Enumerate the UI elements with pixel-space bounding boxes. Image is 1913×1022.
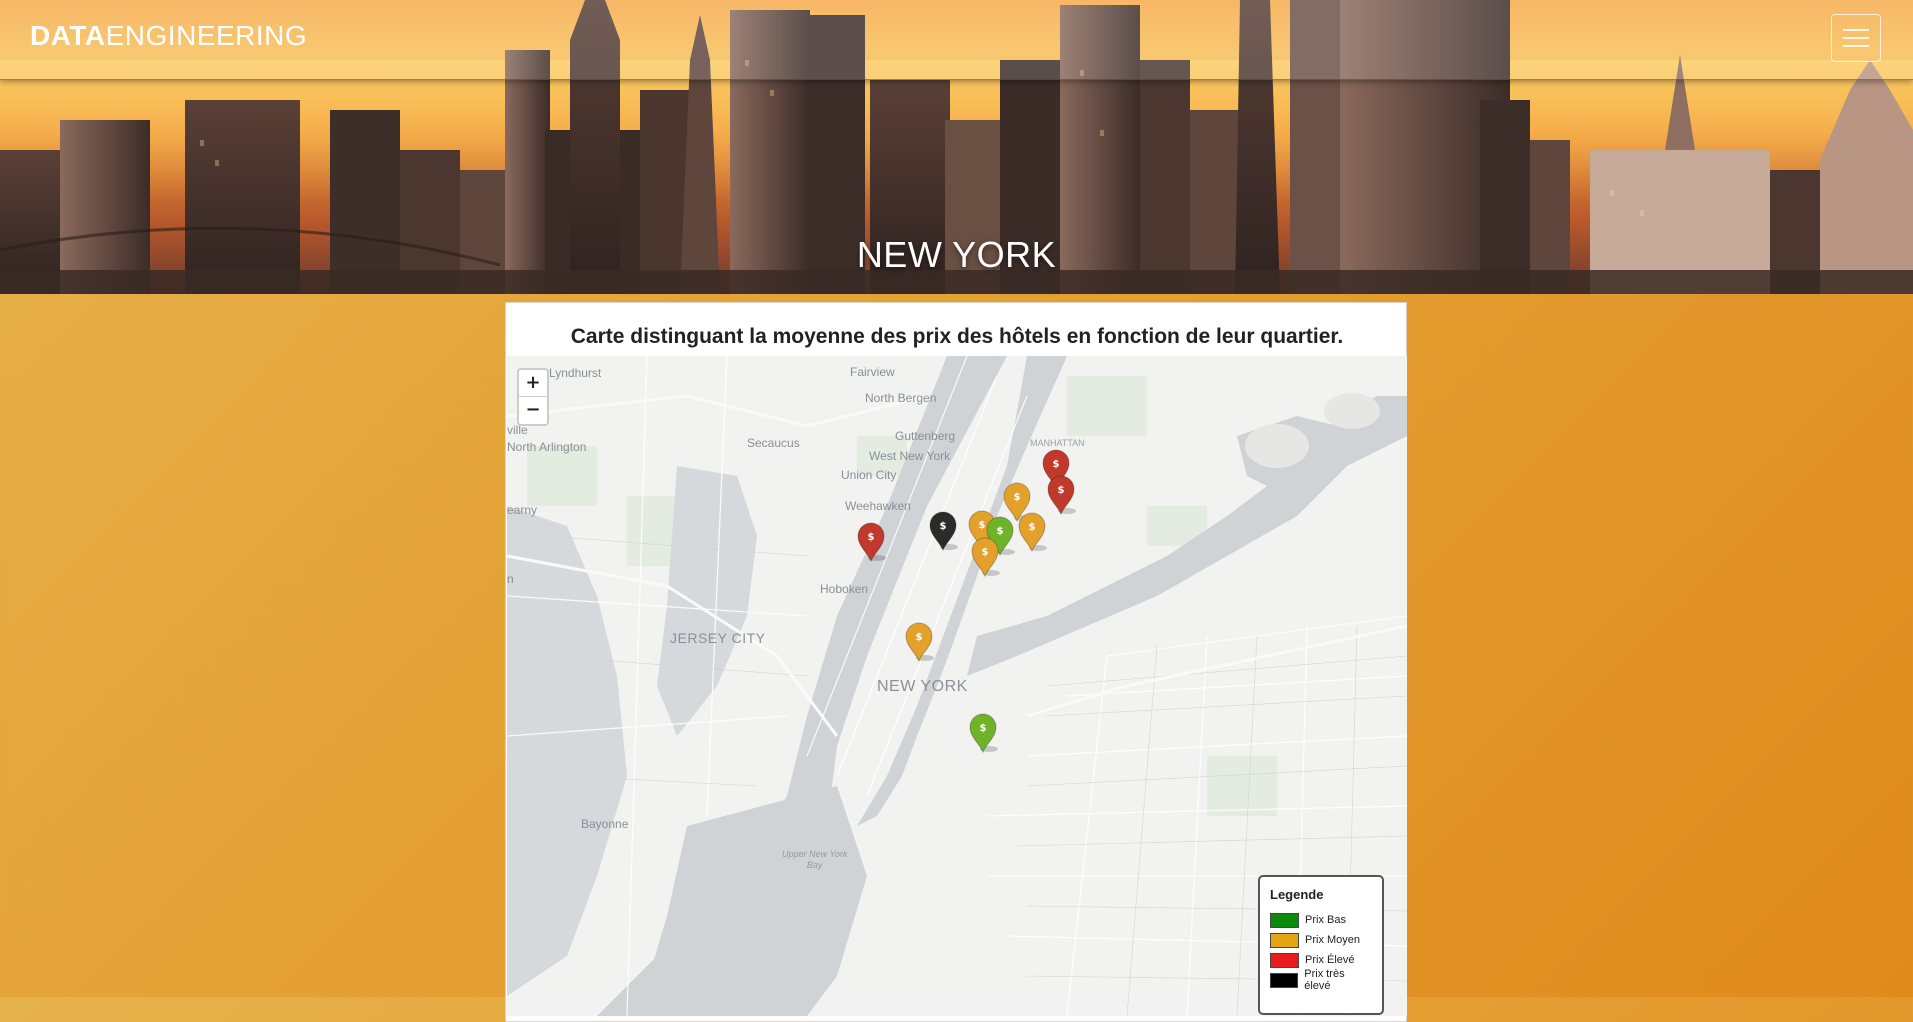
svg-text:$: $ xyxy=(868,532,875,543)
leaflet-map[interactable]: Lyndhurst Fairview North Bergen ville No… xyxy=(507,356,1407,1016)
legend-item-prix-eleve: Prix Élevé xyxy=(1270,950,1372,970)
map-label-hoboken: Hoboken xyxy=(820,582,869,596)
legend-label-tres-eleve: Prix très élevé xyxy=(1304,968,1345,992)
map-label-bayonne: Bayonne xyxy=(581,817,629,831)
hotel-marker-icon[interactable]: $ xyxy=(904,622,934,663)
hamburger-icon-bar-3 xyxy=(1843,45,1869,47)
brand-light-text: ENGINEERING xyxy=(105,20,308,51)
svg-text:$: $ xyxy=(982,547,989,558)
map-label-jersey-city: JERSEY CITY xyxy=(670,630,766,646)
legend-label-moyen: Prix Moyen xyxy=(1305,934,1361,946)
hotel-marker-icon[interactable]: $ xyxy=(928,511,958,552)
navbar: DATAENGINEERING xyxy=(0,0,1913,80)
map-label-new-york: NEW YORK xyxy=(877,678,968,695)
hamburger-icon xyxy=(1843,29,1869,31)
map-panel: Carte distinguant la moyenne des prix de… xyxy=(505,302,1407,1022)
legend-swatch-tres-eleve xyxy=(1270,972,1299,988)
svg-text:$: $ xyxy=(1029,522,1036,533)
hamburger-menu-button[interactable] xyxy=(1831,14,1881,62)
map-panel-title: Carte distinguant la moyenne des prix de… xyxy=(570,325,1344,348)
map-label-upper-bay-line1: Upper New York xyxy=(782,849,848,859)
brand-logo[interactable]: DATAENGINEERING xyxy=(30,20,307,52)
map-label-union-city: Union City xyxy=(841,468,897,482)
map-label-north-arlington: North Arlington xyxy=(507,440,587,454)
legend-swatch-eleve xyxy=(1270,952,1299,968)
map-label-upper-bay-line2: Bay xyxy=(806,860,823,870)
svg-text:$: $ xyxy=(1014,492,1021,503)
hotel-marker-icon[interactable]: $ xyxy=(1046,475,1076,516)
legend-label-eleve: Prix Élevé xyxy=(1305,954,1355,966)
map-label-weehawken: Weehawken xyxy=(845,499,911,513)
hero-banner: DATAENGINEERING NEW YORK xyxy=(0,0,1913,294)
map-label-lyndhurst: Lyndhurst xyxy=(549,366,602,380)
svg-text:$: $ xyxy=(1053,459,1060,470)
legend-item-prix-bas: Prix Bas xyxy=(1270,910,1372,930)
svg-text:$: $ xyxy=(980,723,987,734)
map-legend: Legende Prix Bas Prix Moyen Prix Élevé P… xyxy=(1258,875,1384,1015)
brand-bold-text: DATA xyxy=(30,20,106,51)
map-label-secaucus: Secaucus xyxy=(747,436,800,450)
legend-item-prix-tres-eleve: Prix très élevé xyxy=(1270,968,1372,992)
legend-swatch-moyen xyxy=(1270,932,1299,948)
legend-label-bas: Prix Bas xyxy=(1305,914,1346,926)
map-label-west-new-york: West New York xyxy=(869,449,951,463)
map-label-kearny: earny xyxy=(507,503,538,517)
svg-text:$: $ xyxy=(1058,485,1065,496)
map-label-manhattan: MANHATTAN xyxy=(1030,438,1085,448)
hotel-marker-icon[interactable]: $ xyxy=(970,537,1000,578)
legend-item-prix-moyen: Prix Moyen xyxy=(1270,930,1372,950)
map-label-guttenberg: Guttenberg xyxy=(895,429,956,443)
hotel-marker-icon[interactable]: $ xyxy=(968,713,998,754)
svg-text:$: $ xyxy=(916,632,923,643)
svg-text:$: $ xyxy=(997,526,1004,537)
zoom-in-button[interactable]: + xyxy=(519,370,547,397)
map-label-edge-n: n xyxy=(507,572,514,586)
page-title: NEW YORK xyxy=(856,234,1057,275)
zoom-control: + − xyxy=(517,368,549,426)
legend-title: Legende xyxy=(1270,887,1324,902)
hamburger-icon-bar-2 xyxy=(1843,37,1869,39)
map-label-fairview: Fairview xyxy=(850,365,895,379)
zoom-out-button[interactable]: − xyxy=(519,397,547,423)
map-label-upper-bay: Upper New York Bay xyxy=(782,849,847,871)
map-label-north-bergen: North Bergen xyxy=(865,391,937,405)
svg-text:$: $ xyxy=(940,521,947,532)
hotel-marker-icon[interactable]: $ xyxy=(856,522,886,563)
legend-swatch-bas xyxy=(1270,912,1299,928)
hotel-marker-icon[interactable]: $ xyxy=(1017,512,1047,553)
